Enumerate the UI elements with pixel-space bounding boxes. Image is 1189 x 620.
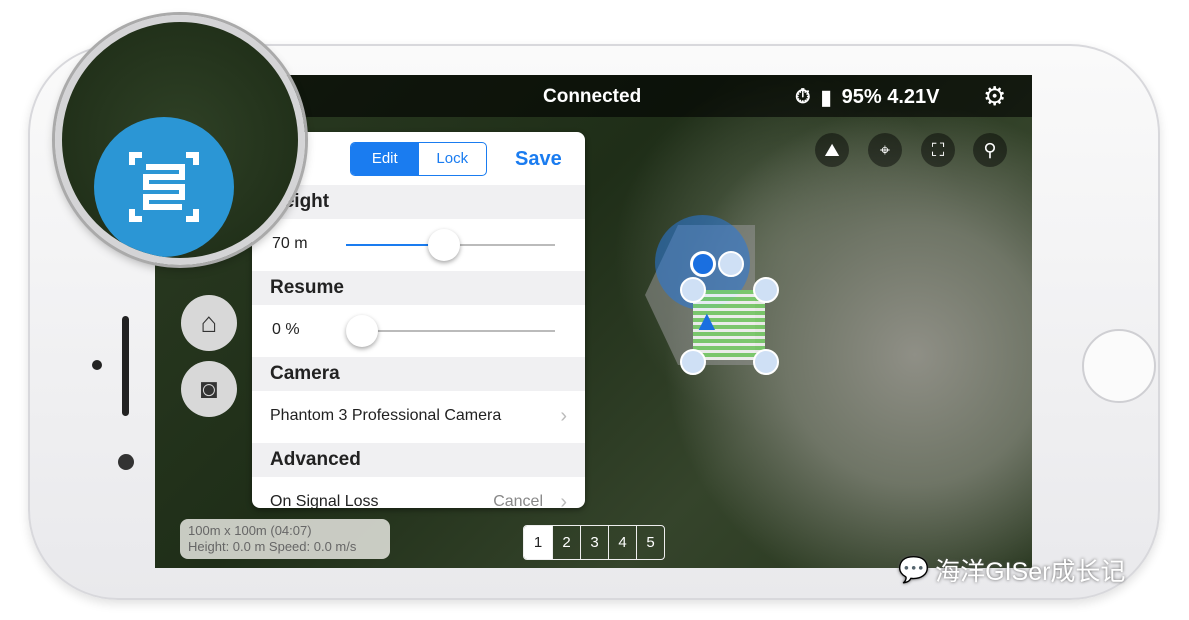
resume-header: Resume (252, 271, 585, 305)
height-slider[interactable] (346, 229, 555, 261)
battery-icon: ▮ (820, 87, 832, 109)
home-icon[interactable]: ⌂ (181, 295, 237, 351)
waypoint[interactable] (680, 277, 706, 303)
camera-value: Phantom 3 Professional Camera (270, 407, 502, 424)
home-point[interactable] (690, 251, 716, 277)
battery-status: 95% 4.21V (841, 86, 940, 108)
waypoint[interactable] (680, 349, 706, 375)
watermark-text: 海洋GISer成长记 (935, 558, 1126, 586)
wechat-icon: 💬 (898, 555, 930, 584)
terrain-icon[interactable]: ⛰ (815, 133, 849, 167)
page-5[interactable]: 5 (636, 526, 664, 559)
lock-tab[interactable]: Lock (419, 143, 487, 175)
resume-row: 0 % (252, 305, 585, 357)
mode-toggle[interactable]: Edit Lock (350, 142, 487, 176)
resume-slider[interactable] (346, 315, 555, 347)
camera-row[interactable]: Phantom 3 Professional Camera › (252, 391, 585, 443)
waypoint[interactable] (753, 277, 779, 303)
edit-tab[interactable]: Edit (351, 143, 419, 175)
page-4[interactable]: 4 (608, 526, 636, 559)
waypoint[interactable] (718, 251, 744, 277)
advanced-header: Advanced (252, 443, 585, 477)
mission-size: 100m x 100m (04:07) (188, 523, 312, 538)
front-camera (118, 454, 134, 470)
drone-arrow-icon: ▲ (693, 305, 721, 336)
mission-settings-panel: Edit Lock Save Height 70 m Resume 0 % Ca… (252, 132, 585, 508)
waypoint[interactable] (753, 349, 779, 375)
slider-thumb[interactable] (346, 315, 378, 347)
grid-mission-icon (129, 152, 199, 222)
page-3[interactable]: 3 (580, 526, 608, 559)
signal-loss-label: On Signal Loss (270, 493, 379, 508)
mission-info: 100m x 100m (04:07) Height: 0.0 m Speed:… (180, 519, 390, 559)
timer-off-icon: ⏱ (795, 86, 811, 108)
signal-loss-value: Cancel (493, 493, 543, 508)
camera-header: Camera (252, 357, 585, 391)
height-value: 70 m (272, 235, 308, 252)
signal-loss-row[interactable]: On Signal Loss Cancel › (252, 477, 585, 508)
save-button[interactable]: Save (515, 148, 562, 171)
telemetry: Height: 0.0 m Speed: 0.0 m/s (188, 539, 357, 554)
page-2[interactable]: 2 (552, 526, 580, 559)
slider-thumb[interactable] (428, 229, 461, 261)
speaker (122, 316, 129, 416)
resume-value: 0 % (272, 321, 300, 338)
fullscreen-icon[interactable]: ⛶ (921, 133, 955, 167)
phone-home-button[interactable] (1082, 329, 1156, 403)
watermark: 💬 海洋GISer成长记 (898, 552, 1125, 588)
height-row: 70 m (252, 219, 585, 271)
camera-icon[interactable]: ◙ (181, 361, 237, 417)
magnifier (55, 15, 305, 265)
connection-status: Connected (543, 86, 642, 107)
page-selector: 1 2 3 4 5 (523, 525, 665, 560)
height-header: Height (252, 185, 585, 219)
page-1[interactable]: 1 (524, 526, 552, 559)
sensor (92, 360, 102, 370)
pin-icon[interactable]: ⚲ (973, 133, 1007, 167)
chevron-right-icon: › (560, 491, 567, 508)
gear-icon[interactable]: ⚙ (983, 81, 1006, 112)
locate-icon[interactable]: ⌖ (868, 133, 902, 167)
mission-grid-button[interactable] (94, 117, 234, 257)
chevron-right-icon: › (560, 405, 567, 427)
